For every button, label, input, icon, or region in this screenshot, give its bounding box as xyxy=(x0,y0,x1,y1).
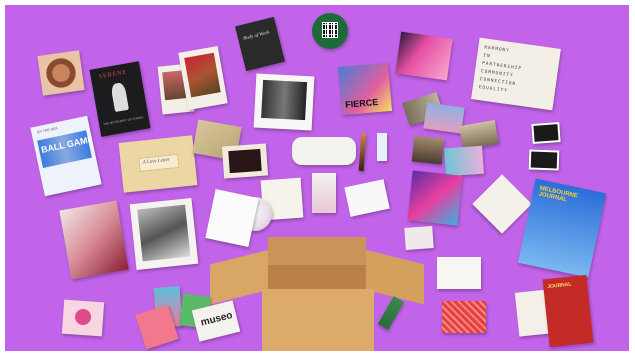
dark-booklet: SERENE THE MOVEMENT OF FORMS xyxy=(89,61,151,137)
woven-photo-card xyxy=(37,50,85,96)
box-back-flap xyxy=(268,237,366,267)
photo-stack-d xyxy=(411,135,445,165)
dark-photo-1 xyxy=(531,122,561,144)
black-zine: Body of Work xyxy=(235,16,285,72)
box-front xyxy=(262,289,374,351)
pink-sticker xyxy=(404,226,434,250)
blue-zine: BY THE SEA BALL GAMES xyxy=(30,115,102,197)
diamond-card xyxy=(472,174,532,234)
fierce-card: FIERCE xyxy=(338,62,392,116)
photo-stack-e xyxy=(444,145,484,177)
pen xyxy=(358,132,367,172)
harmony-poster: HARMONY IN PARTNERSHIP COMMUNITY CONNECT… xyxy=(471,37,561,111)
photo-booklet-b xyxy=(178,45,228,111)
harmony-text-block: HARMONY IN PARTNERSHIP COMMUNITY CONNECT… xyxy=(478,45,523,94)
box-left-flap xyxy=(210,249,270,305)
qr-code-icon xyxy=(322,22,338,38)
heart-icon xyxy=(74,308,92,326)
floral-card xyxy=(221,143,269,179)
fierce-word: FIERCE xyxy=(344,96,379,110)
white-booklet xyxy=(437,257,481,289)
box-inside xyxy=(268,265,366,291)
heart-sticker-pack xyxy=(61,299,105,337)
envelope: A Love Letter xyxy=(118,135,198,193)
pencil-case xyxy=(292,137,356,165)
cardboard-box xyxy=(210,237,424,351)
booklet-figure xyxy=(110,82,129,113)
booklet-title: SERENE xyxy=(98,69,128,81)
red-zine-title: JOURNAL xyxy=(547,281,572,291)
playing-cards xyxy=(344,179,390,217)
paper-tag xyxy=(377,133,387,161)
green-round-sticker xyxy=(312,13,348,49)
product-flatlay: SERENE THE MOVEMENT OF FORMS Body of Wor… xyxy=(5,5,629,351)
portrait-print xyxy=(253,73,315,131)
photo-stack-b xyxy=(423,102,465,134)
blue-poster: MELBOURNE JOURNAL xyxy=(517,178,607,278)
red-zine: JOURNAL xyxy=(542,274,594,348)
pink-collage-card xyxy=(395,31,453,81)
black-zine-title: Body of Work xyxy=(242,30,271,42)
blue-zine-top: BY THE SEA xyxy=(37,126,58,135)
booklet-subtitle: THE MOVEMENT OF FORMS xyxy=(102,115,144,127)
pink-fabric-card xyxy=(59,200,129,280)
blue-poster-title: MELBOURNE JOURNAL xyxy=(537,185,579,204)
pop-art-card xyxy=(407,170,463,226)
museo-word: museo xyxy=(199,310,234,329)
bw-print xyxy=(129,197,199,271)
candle-box xyxy=(312,173,336,213)
dark-photo-2 xyxy=(528,149,560,171)
red-pattern-card xyxy=(442,301,486,333)
